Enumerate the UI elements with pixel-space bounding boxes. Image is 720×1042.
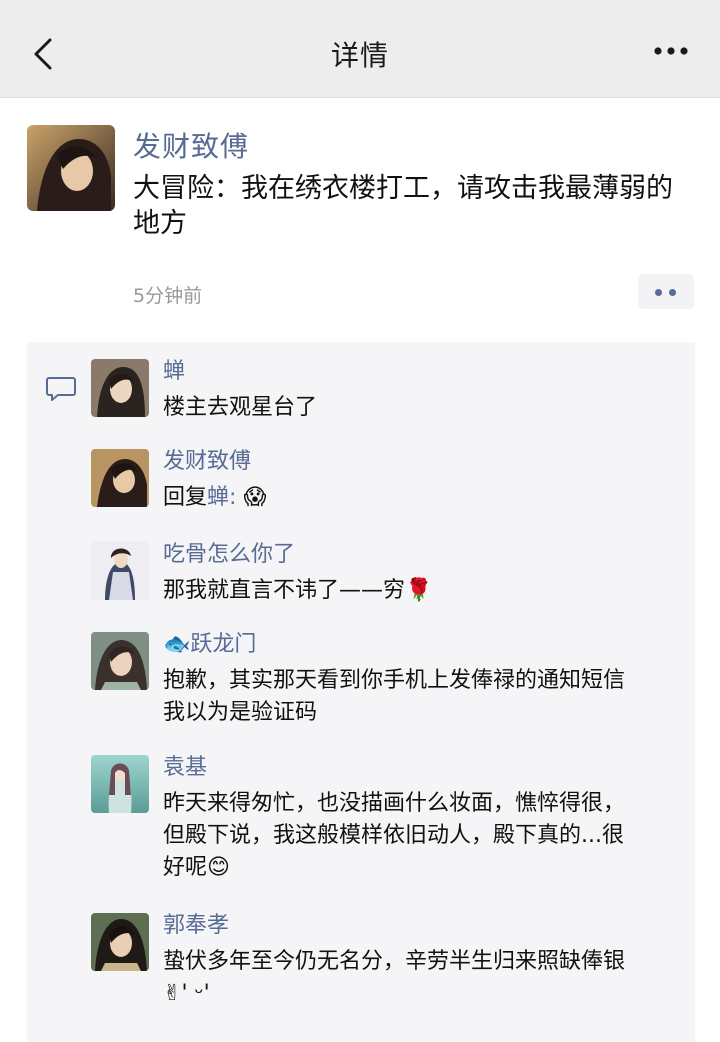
comment-list: 蝉 楼主去观星台了 发财致傅 回复蝉: 😱 吃骨怎么你了 那我就直言不讳了——穷… (27, 342, 695, 1042)
avatar[interactable] (91, 913, 149, 971)
fish-emoji: 🐟 (163, 632, 191, 657)
avatar[interactable] (91, 449, 149, 507)
avatar-portrait-icon (91, 542, 149, 600)
comment-author[interactable]: 🐟跃龙门 (163, 630, 256, 660)
comment-text: 楼主去观星台了 (163, 395, 318, 420)
comment-text-body: 昨天来得匆忙，也没描画什么妆面，憔悴得很，但殿下说，我这般模样依旧动人，殿下真的… (163, 791, 626, 880)
comment-text: 抱歉，其实那天看到你手机上发俸禄的通知短信我以为是验证码 (163, 668, 626, 725)
comment-author-name: 跃龙门 (190, 632, 257, 657)
reply-prefix: 回复 (163, 485, 208, 510)
avatar[interactable] (91, 755, 149, 813)
reply-target[interactable]: 蝉 (207, 485, 229, 510)
more-horizontal-icon (654, 47, 688, 55)
dot-icon (669, 289, 676, 296)
avatar-portrait-icon (91, 632, 149, 690)
comment-author[interactable]: 蝉 (163, 357, 185, 387)
avatar-portrait-icon (91, 755, 149, 813)
avatar[interactable] (91, 542, 149, 600)
post-text: 大冒险：我在绣衣楼打工，请攻击我最薄弱的地方 (133, 173, 673, 239)
comment-text: 蛰伏多年至今仍无名分，辛劳半生归来照缺俸银 ✌' ᵕ' (163, 946, 633, 1010)
avatar-portrait-icon (91, 913, 149, 971)
comment-text: 回复蝉: 😱 (163, 482, 633, 514)
comment-text-body: 那我就直言不讳了——穷 (163, 578, 406, 603)
navigation-bar: 详情 (0, 0, 720, 98)
smile-emoji: 😊 (207, 855, 230, 880)
comment-author[interactable]: 吃骨怎么你了 (163, 540, 295, 570)
dot-icon (655, 289, 662, 296)
avatar[interactable] (91, 359, 149, 417)
page-title: 详情 (330, 39, 389, 72)
avatar[interactable] (27, 125, 115, 211)
avatar-portrait-icon (91, 449, 149, 507)
kaomoji: ' ᵕ' (181, 981, 210, 1006)
like-comment-button[interactable] (638, 274, 694, 309)
rose-emoji: 🌹 (405, 578, 433, 603)
avatar-portrait-icon (27, 125, 115, 211)
comment-text: 昨天来得匆忙，也没描画什么妆面，憔悴得很，但殿下说，我这般模样依旧动人，殿下真的… (163, 788, 633, 884)
scream-emoji: 😱 (243, 485, 267, 510)
avatar-portrait-icon (91, 359, 149, 417)
comment-text-body: 蛰伏多年至今仍无名分，辛劳半生归来照缺俸银 (163, 949, 626, 974)
comment-author[interactable]: 郭奉孝 (163, 911, 229, 941)
post-timestamp: 5分钟前 (133, 285, 203, 307)
comment-icon (46, 377, 76, 401)
reply-separator: : (229, 485, 237, 510)
victory-hand-emoji: ✌ (163, 981, 182, 1006)
comment-text: 那我就直言不讳了——穷🌹 (163, 575, 633, 607)
avatar[interactable] (91, 632, 149, 690)
comment-author[interactable]: 袁基 (163, 753, 207, 783)
comment-author[interactable]: 发财致傅 (163, 447, 251, 477)
more-button[interactable] (652, 36, 698, 66)
post-author[interactable]: 发财致傅 (133, 125, 249, 165)
